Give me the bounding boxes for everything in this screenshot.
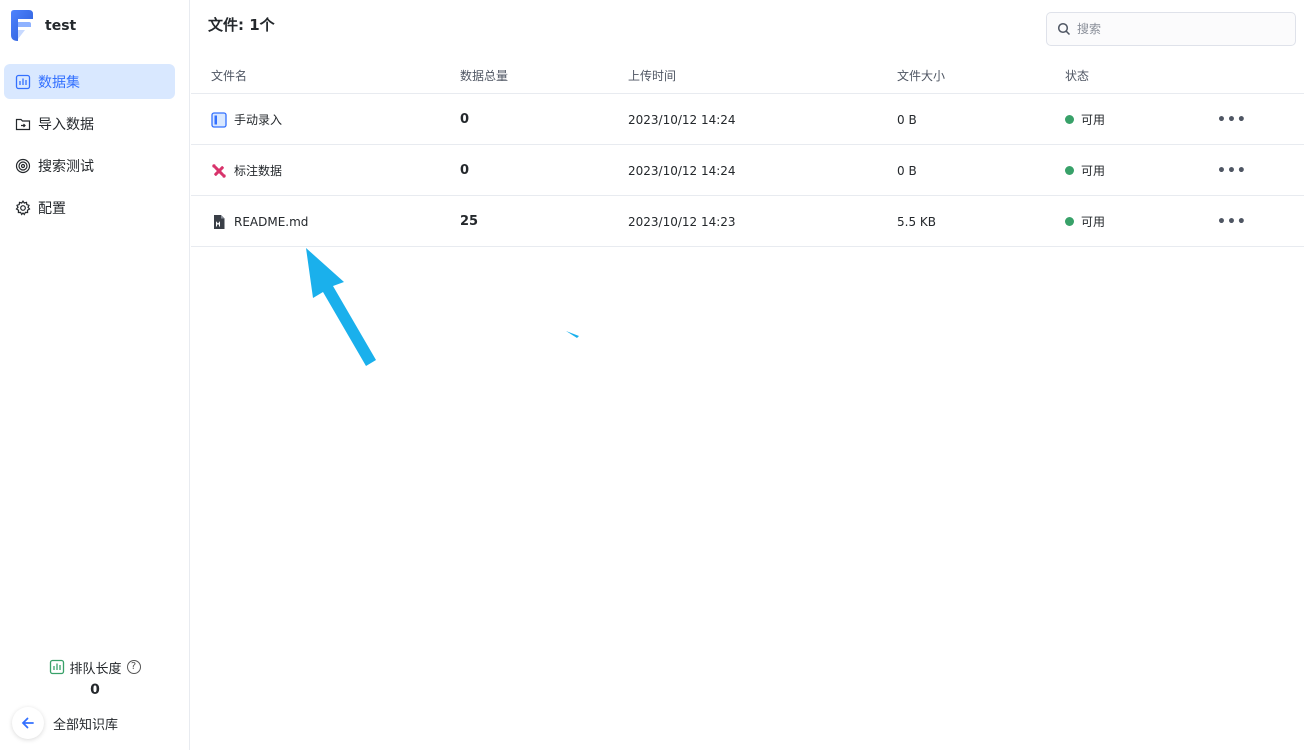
sidebar-item-label: 数据集 <box>38 74 80 91</box>
sidebar-item-label: 导入数据 <box>38 116 94 133</box>
sidebar-item-search-test[interactable]: 搜索测试 <box>4 148 175 183</box>
page-title: 文件: 1个 <box>208 16 275 34</box>
status-text: 可用 <box>1081 164 1106 178</box>
status-dot-icon <box>1065 166 1074 175</box>
table-row[interactable]: 标注数据 0 2023/10/12 14:24 0 B 可用 ••• <box>191 145 1304 196</box>
status-badge: 可用 <box>1065 196 1105 247</box>
target-icon <box>14 157 32 175</box>
folder-import-icon <box>14 115 32 133</box>
sidebar-item-config[interactable]: 配置 <box>4 190 175 225</box>
status-badge: 可用 <box>1065 145 1105 196</box>
queue-count: 0 <box>90 682 100 698</box>
more-menu-button[interactable]: ••• <box>1217 94 1247 145</box>
back-to-all-kb-button[interactable]: 全部知识库 <box>12 707 118 739</box>
sidebar-item-label: 配置 <box>38 200 66 217</box>
search-box[interactable] <box>1046 12 1296 46</box>
file-name: 标注数据 <box>234 164 283 178</box>
file-table: 文件名 数据总量 上传时间 文件大小 状态 手动录入 0 2023/10/12 … <box>191 56 1304 247</box>
brand: test <box>9 9 76 43</box>
sidebar-item-import[interactable]: 导入数据 <box>4 106 175 141</box>
status-badge: 可用 <box>1065 94 1105 145</box>
upload-time: 2023/10/12 14:24 <box>628 163 736 178</box>
app-name: test <box>45 18 77 34</box>
column-header-status: 状态 <box>1065 69 1090 83</box>
data-count: 25 <box>460 214 479 229</box>
file-size: 0 B <box>897 112 917 127</box>
app-logo-icon <box>11 10 33 41</box>
table-header: 文件名 数据总量 上传时间 文件大小 状态 <box>191 56 1304 94</box>
more-menu-button[interactable]: ••• <box>1217 145 1247 196</box>
status-dot-icon <box>1065 217 1074 226</box>
help-icon[interactable]: ? <box>126 660 141 674</box>
more-menu-button[interactable]: ••• <box>1217 196 1247 247</box>
table-row[interactable]: 手动录入 0 2023/10/12 14:24 0 B 可用 ••• <box>191 94 1304 145</box>
column-header-name: 文件名 <box>211 69 248 83</box>
back-arrow-icon <box>12 707 44 739</box>
data-count: 0 <box>460 112 470 127</box>
sidebar-nav: 数据集 导入数据 搜索测试 配置 <box>4 64 175 232</box>
main-content: 文件: 1个 文件名 数据总量 上传时间 文件大小 状态 手动录入 0 2023… <box>191 0 1304 750</box>
markdown-file-icon <box>211 214 227 230</box>
sidebar-item-label: 搜索测试 <box>38 158 94 175</box>
queue-chart-icon <box>50 659 65 675</box>
file-name: README.md <box>234 214 309 229</box>
file-name: 手动录入 <box>234 113 283 127</box>
column-header-size: 文件大小 <box>897 69 946 83</box>
dataset-icon <box>14 73 32 91</box>
data-count: 0 <box>460 163 470 178</box>
queue-label: 排队长度 <box>69 661 122 677</box>
column-header-count: 数据总量 <box>460 69 509 83</box>
column-header-time: 上传时间 <box>628 69 677 83</box>
sidebar-item-dataset[interactable]: 数据集 <box>4 64 175 99</box>
search-icon <box>1057 22 1071 36</box>
file-size: 5.5 KB <box>897 214 936 229</box>
search-input[interactable] <box>1077 22 1277 36</box>
status-text: 可用 <box>1081 113 1106 127</box>
manual-entry-icon <box>211 111 227 128</box>
back-label: 全部知识库 <box>53 717 119 733</box>
gear-icon <box>14 199 32 217</box>
status-text: 可用 <box>1081 215 1106 229</box>
annotation-mark-icon <box>566 331 579 338</box>
sidebar: test 数据集 导入数据 搜索测试 配置 排队长度 ? 0 全部知识库 <box>0 0 190 750</box>
upload-time: 2023/10/12 14:23 <box>628 214 736 229</box>
annotation-icon <box>211 163 227 179</box>
status-dot-icon <box>1065 115 1074 124</box>
table-row[interactable]: README.md 25 2023/10/12 14:23 5.5 KB 可用 … <box>191 196 1304 247</box>
queue-panel: 排队长度 ? 0 <box>0 657 190 698</box>
upload-time: 2023/10/12 14:24 <box>628 112 736 127</box>
annotation-arrow-icon <box>306 248 376 366</box>
file-size: 0 B <box>897 163 917 178</box>
